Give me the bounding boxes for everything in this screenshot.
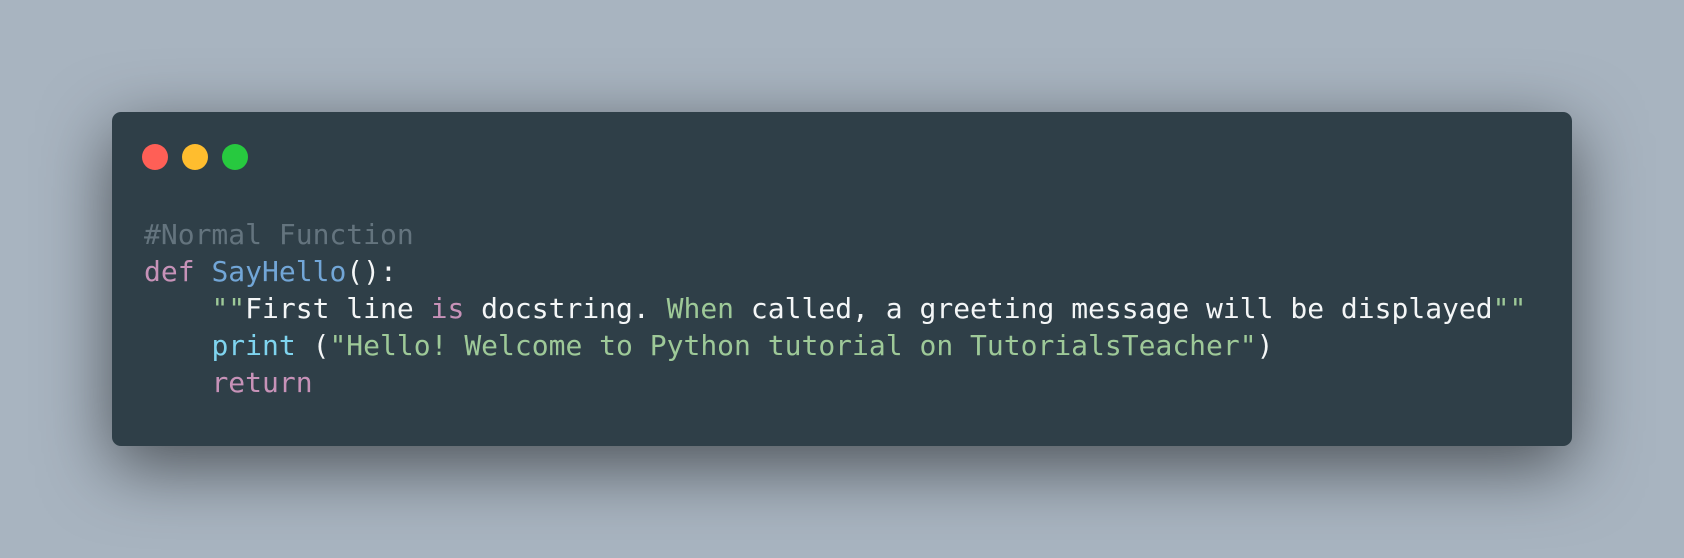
docstring-text-2: docstring. xyxy=(464,292,667,325)
parentheses-token: (): xyxy=(346,255,397,288)
code-line-4: print ("Hello! Welcome to Python tutoria… xyxy=(144,327,1526,364)
keyword-token: def xyxy=(144,255,195,288)
code-block: #Normal Function def SayHello(): ""First … xyxy=(144,216,1526,401)
docstring-close-quote: "" xyxy=(1492,292,1527,325)
builtin-print-token: print xyxy=(211,329,296,362)
code-line-3: ""First line is docstring. When called, … xyxy=(144,290,1526,327)
minimize-window-icon[interactable] xyxy=(182,144,208,170)
return-keyword-token: return xyxy=(211,366,313,399)
comment-token: #Normal Function xyxy=(144,218,414,251)
docstring-text-1: First line xyxy=(245,292,431,325)
code-line-2: def SayHello(): xyxy=(144,253,1526,290)
code-line-5: return xyxy=(144,364,1526,401)
docstring-keyword-when: When xyxy=(666,292,735,325)
string-literal-token: "Hello! Welcome to Python tutorial on Tu… xyxy=(329,329,1257,362)
open-paren-token: ( xyxy=(295,329,330,362)
docstring-open-quote: "" xyxy=(211,292,246,325)
docstring-text-3: called, a greeting message will be displ… xyxy=(734,292,1493,325)
window-controls xyxy=(142,144,248,170)
code-line-1: #Normal Function xyxy=(144,216,1526,253)
maximize-window-icon[interactable] xyxy=(222,144,248,170)
close-paren-token: ) xyxy=(1256,329,1274,362)
docstring-keyword-is: is xyxy=(430,292,465,325)
code-window: #Normal Function def SayHello(): ""First … xyxy=(112,112,1572,446)
function-name-token: SayHello xyxy=(211,255,347,288)
close-window-icon[interactable] xyxy=(142,144,168,170)
